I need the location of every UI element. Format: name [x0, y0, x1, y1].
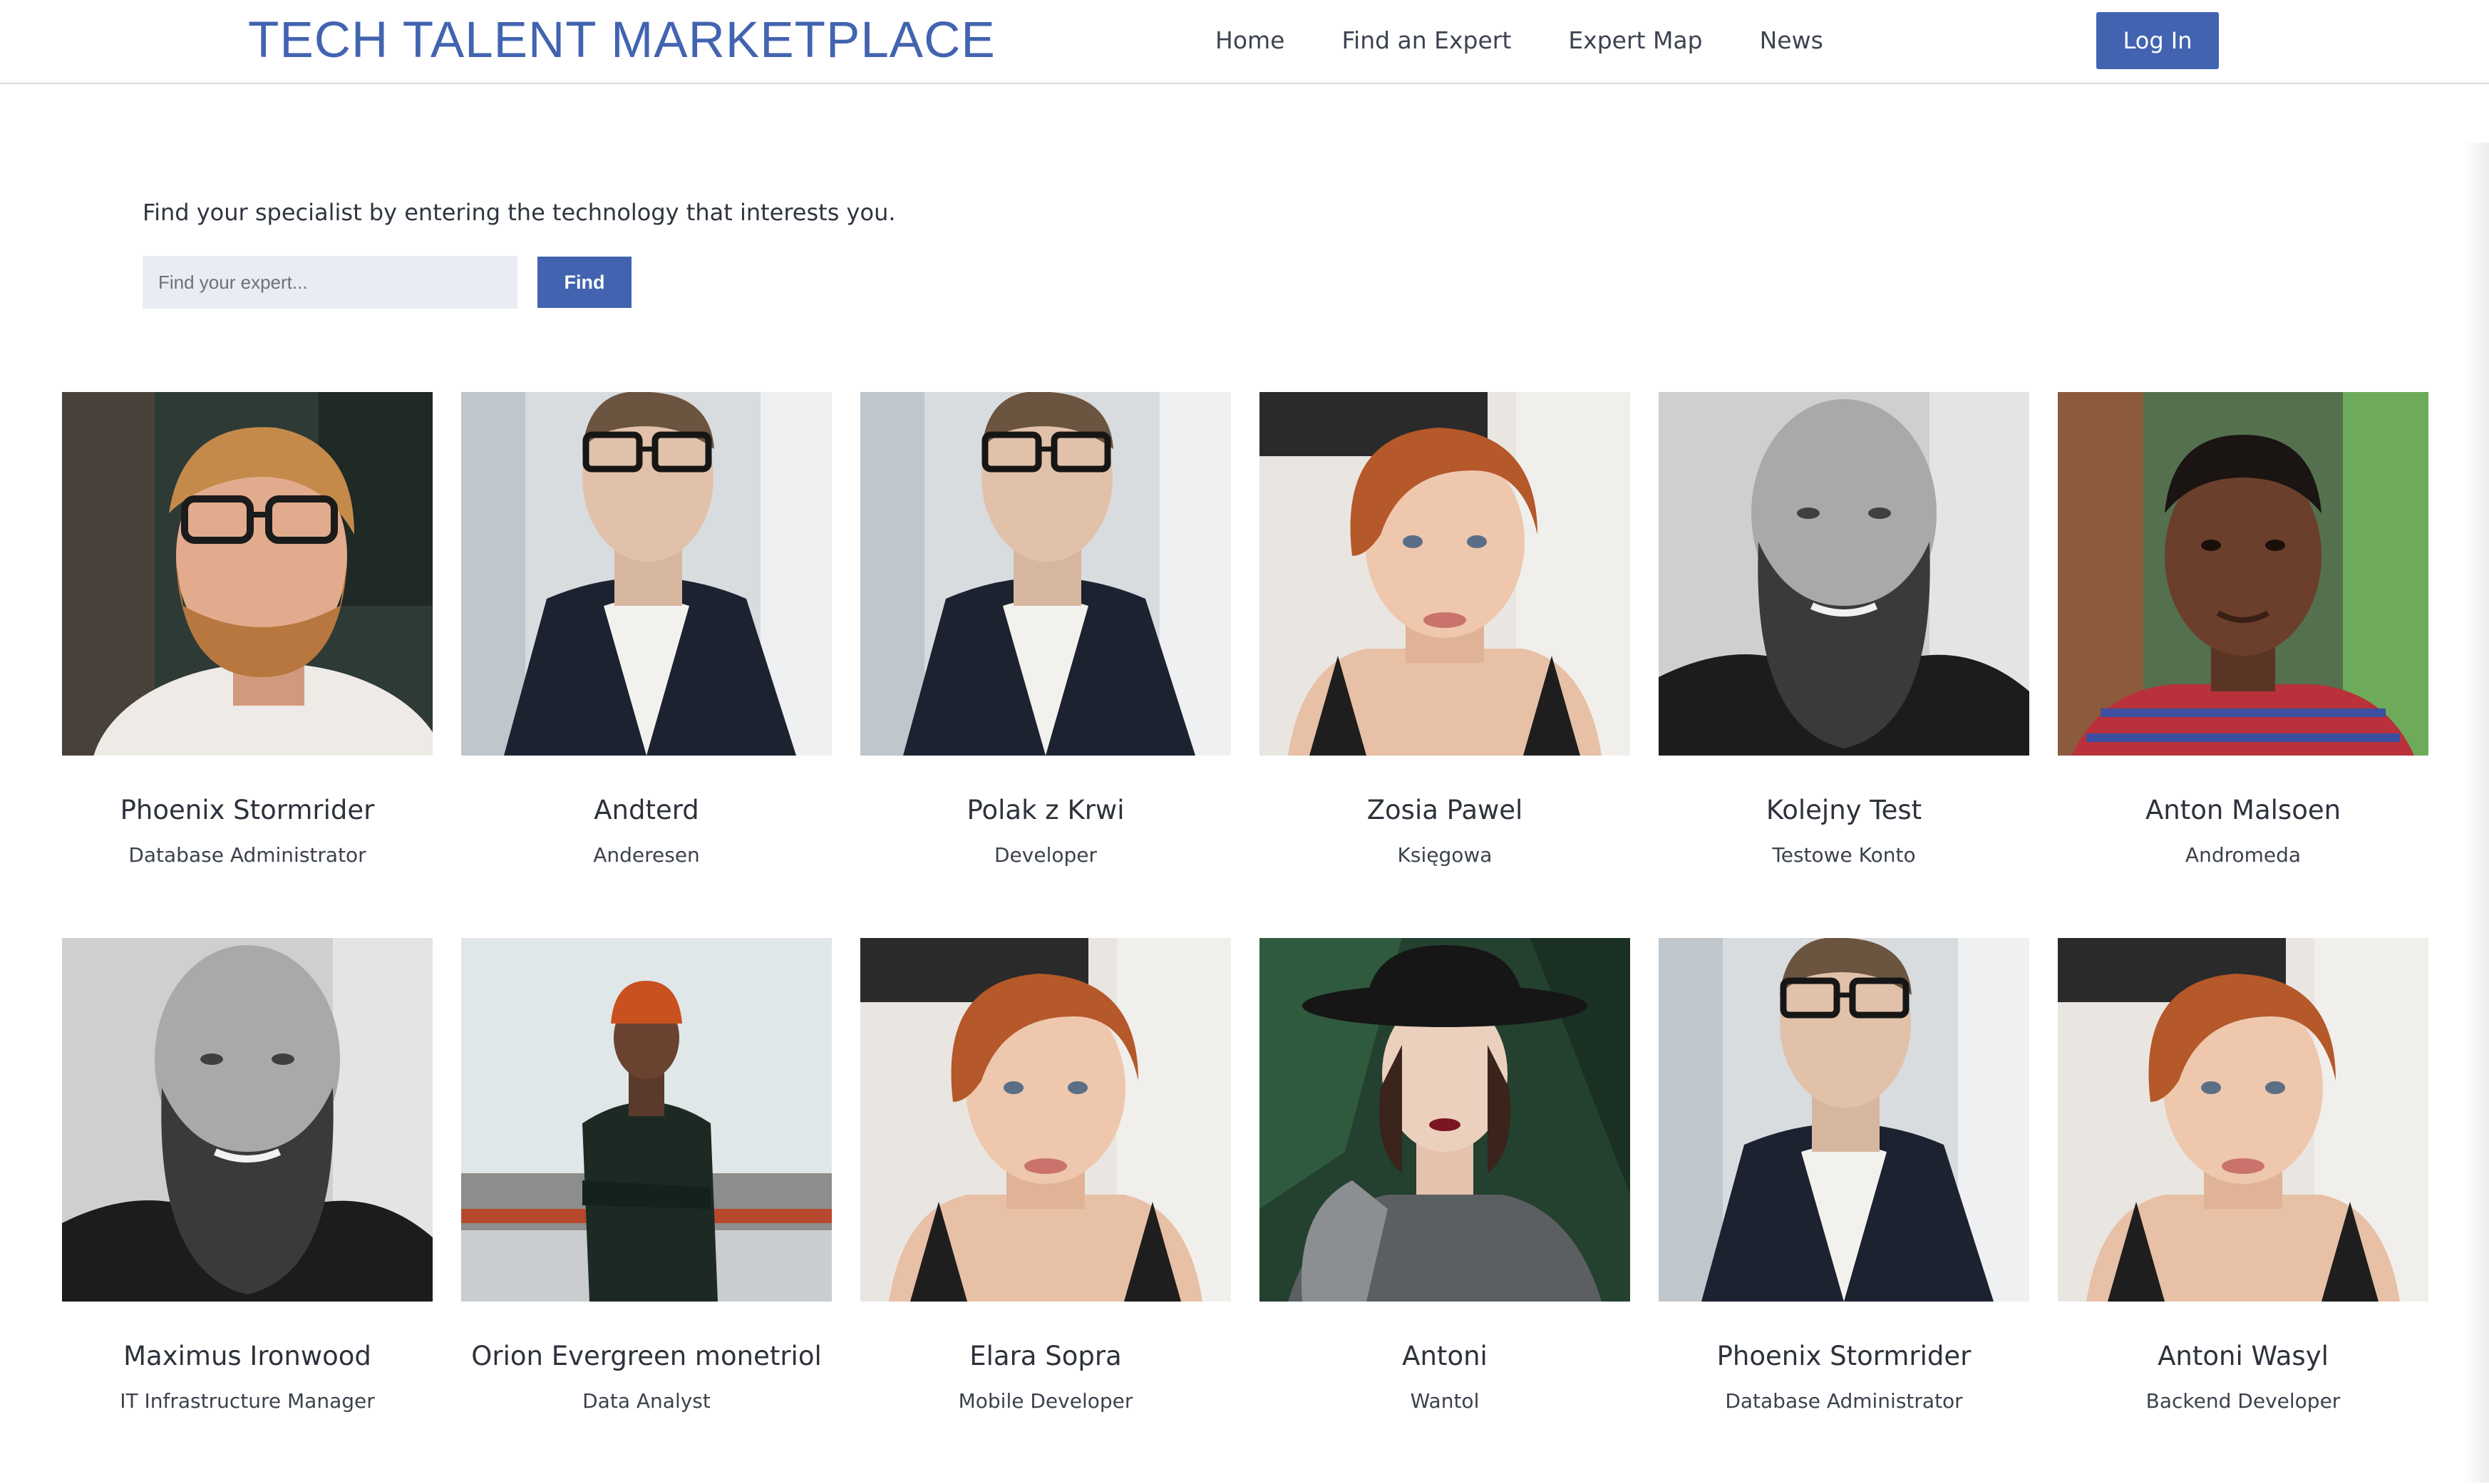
expert-card[interactable]: Zosia Pawel Księgowa — [1259, 392, 1630, 938]
expert-role: Data Analyst — [582, 1389, 711, 1413]
expert-card[interactable]: Kolejny Test Testowe Konto — [1659, 392, 2029, 938]
expert-name[interactable]: Anton Malsoen — [2058, 793, 2428, 828]
expert-name[interactable]: Zosia Pawel — [1259, 793, 1630, 828]
expert-name[interactable]: Andterd — [461, 793, 832, 828]
expert-grid: Phoenix Stormrider Database Administrator… — [62, 392, 2428, 1484]
expert-card[interactable]: Anton Malsoen Andromeda — [2058, 392, 2428, 938]
nav-news[interactable]: News — [1760, 17, 1823, 64]
search-input[interactable] — [143, 256, 517, 309]
expert-role: Backend Developer — [2145, 1389, 2341, 1413]
expert-card[interactable]: Orion Evergreen monetriol Data Analyst — [461, 938, 832, 1484]
search-row: Find — [143, 256, 632, 309]
expert-photo[interactable] — [62, 938, 433, 1302]
expert-card[interactable]: Phoenix Stormrider Database Administrator — [1659, 938, 2029, 1484]
page-edge-shadow — [2463, 143, 2489, 1483]
expert-photo[interactable] — [1259, 392, 1630, 756]
expert-photo[interactable] — [461, 392, 832, 756]
expert-name[interactable]: Polak z Krwi — [860, 793, 1231, 828]
expert-card[interactable]: Polak z Krwi Developer — [860, 392, 1231, 938]
expert-card[interactable]: Maximus Ironwood IT Infrastructure Manage… — [62, 938, 433, 1484]
expert-name[interactable]: Phoenix Stormrider — [1659, 1339, 2029, 1374]
expert-card[interactable]: Antoni Wantol — [1259, 938, 1630, 1484]
expert-role: Wantol — [1410, 1389, 1480, 1413]
expert-role: Mobile Developer — [958, 1389, 1133, 1413]
expert-photo[interactable] — [2058, 392, 2428, 756]
expert-photo[interactable] — [1259, 938, 1630, 1302]
expert-name[interactable]: Antoni — [1259, 1339, 1630, 1374]
main-nav: Home Find an Expert Expert Map News — [1197, 17, 1823, 64]
expert-photo[interactable] — [860, 938, 1231, 1302]
find-button[interactable]: Find — [537, 257, 632, 308]
expert-photo[interactable] — [1659, 938, 2029, 1302]
expert-role: Developer — [994, 843, 1097, 867]
expert-role: Księgowa — [1397, 843, 1493, 867]
expert-name[interactable]: Orion Evergreen monetriol — [461, 1339, 832, 1374]
expert-card[interactable]: Antoni Wasyl Backend Developer — [2058, 938, 2428, 1484]
expert-role: Andromeda — [2185, 843, 2302, 867]
search-section: Find your specialist by entering the tec… — [143, 192, 896, 309]
search-prompt: Find your specialist by entering the tec… — [143, 199, 896, 226]
expert-card[interactable]: Andterd Anderesen — [461, 392, 832, 938]
brand-logo[interactable]: TECH TALENT MARKETPLACE — [248, 9, 996, 73]
login-button[interactable]: Log In — [2096, 12, 2219, 69]
expert-photo[interactable] — [62, 392, 433, 756]
nav-find-expert[interactable]: Find an Expert — [1341, 17, 1511, 64]
expert-role: IT Infrastructure Manager — [120, 1389, 375, 1413]
expert-role: Anderesen — [593, 843, 700, 867]
expert-name[interactable]: Maximus Ironwood — [62, 1339, 433, 1374]
expert-card[interactable]: Phoenix Stormrider Database Administrator — [62, 392, 433, 938]
expert-photo[interactable] — [860, 392, 1231, 756]
expert-role: Database Administrator — [128, 843, 366, 867]
expert-role: Database Administrator — [1725, 1389, 1963, 1413]
nav-expert-map[interactable]: Expert Map — [1568, 17, 1702, 64]
expert-name[interactable]: Elara Sopra — [860, 1339, 1231, 1374]
expert-photo[interactable] — [461, 938, 832, 1302]
expert-name[interactable]: Antoni Wasyl — [2058, 1339, 2428, 1374]
expert-name[interactable]: Kolejny Test — [1659, 793, 2029, 828]
expert-card[interactable]: Elara Sopra Mobile Developer — [860, 938, 1231, 1484]
expert-role: Testowe Konto — [1772, 843, 1916, 867]
expert-name[interactable]: Phoenix Stormrider — [62, 793, 433, 828]
top-navbar: TECH TALENT MARKETPLACE Home Find an Exp… — [0, 0, 2489, 84]
expert-photo[interactable] — [1659, 392, 2029, 756]
expert-photo[interactable] — [2058, 938, 2428, 1302]
nav-home[interactable]: Home — [1215, 17, 1284, 64]
